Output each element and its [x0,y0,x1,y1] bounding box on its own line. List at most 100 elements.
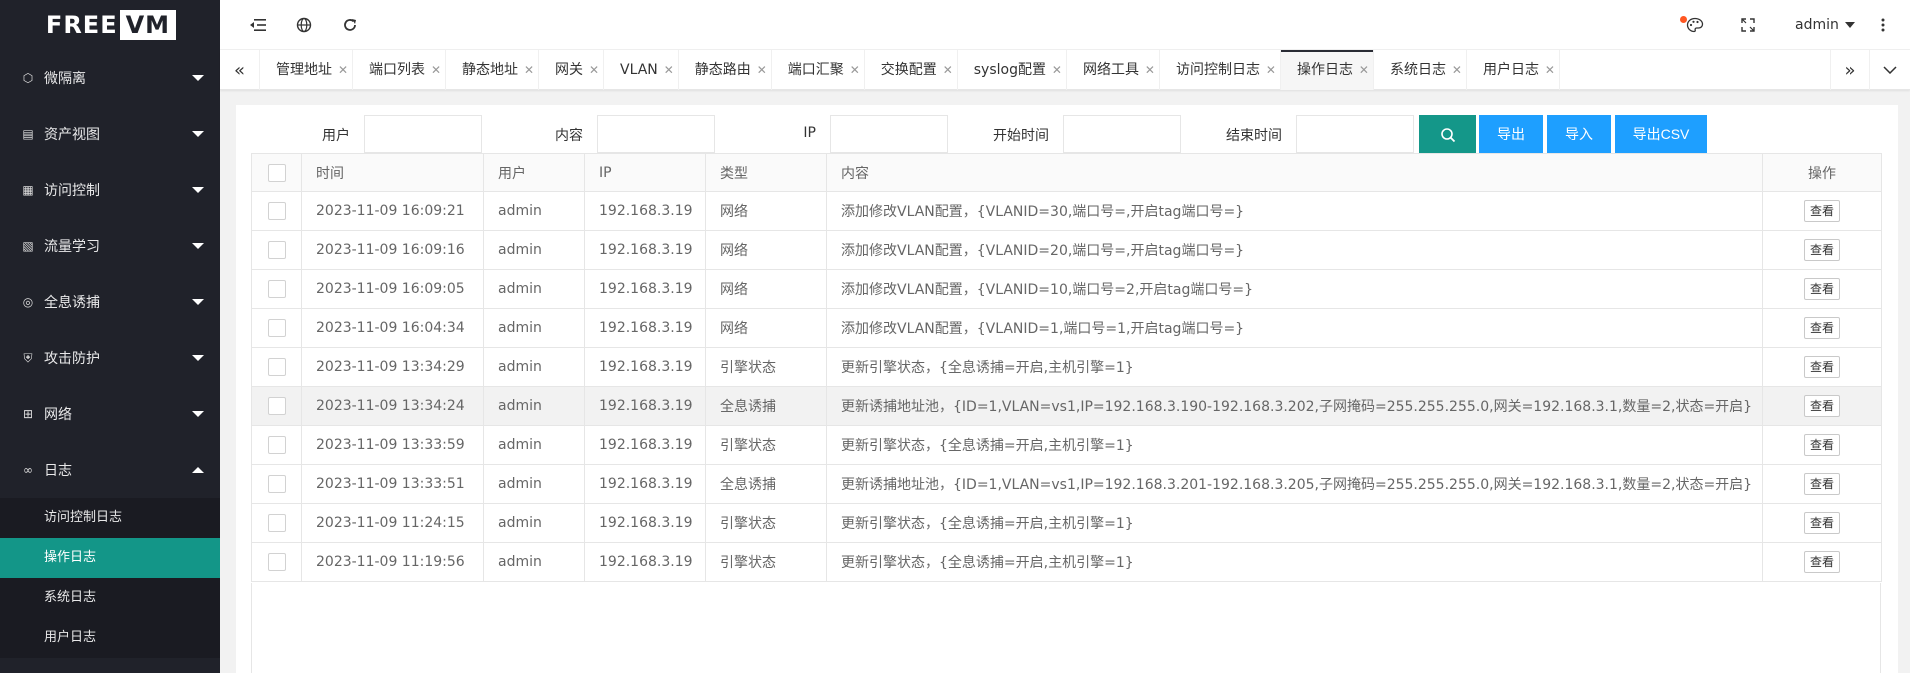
row-checkbox[interactable] [267,514,286,532]
sidebar-item-logs[interactable]: ∞ 日志 [0,442,220,498]
view-button[interactable]: 查看 [1803,434,1840,456]
row-checkbox[interactable] [267,241,286,259]
tab-switch-config[interactable]: 交换配置 ✕ [865,50,958,90]
logo[interactable]: FREE VM [0,0,220,50]
view-button[interactable]: 查看 [1803,395,1840,417]
column-header-user[interactable]: 用户 [483,153,585,192]
close-icon[interactable]: ✕ [664,50,674,90]
search-button[interactable] [1419,115,1476,153]
close-icon[interactable]: ✕ [338,50,348,90]
row-checkbox[interactable] [267,436,286,454]
export-button[interactable]: 导出 [1479,115,1543,153]
cell-ip: 192.168.3.19 [584,347,706,387]
view-button[interactable]: 查看 [1803,317,1840,339]
globe-icon[interactable] [281,0,327,50]
logo-text-vm: VM [119,10,177,40]
tab-syslog-config[interactable]: syslog配置 ✕ [958,50,1067,90]
tab-static-route[interactable]: 静态路由 ✕ [679,50,772,90]
row-checkbox[interactable] [267,553,286,571]
close-icon[interactable]: ✕ [431,50,441,90]
select-all-checkbox[interactable] [267,163,286,182]
close-icon[interactable]: ✕ [1452,50,1462,90]
start-time-input[interactable] [1063,115,1181,153]
content-filter-input[interactable] [597,115,715,153]
more-vertical-icon[interactable] [1860,0,1906,50]
tab-user-log[interactable]: 用户日志 ✕ [1467,50,1560,90]
row-checkbox[interactable] [267,397,286,415]
user-filter-input[interactable] [364,115,482,153]
column-header-time[interactable]: 时间 [301,153,484,192]
sidebar-item-access-control[interactable]: ▦ 访问控制 [0,162,220,218]
tabs-scroll-left-icon[interactable]: « [220,50,260,90]
theme-palette-icon[interactable] [1672,0,1718,50]
collapse-menu-icon[interactable] [235,0,281,50]
sidebar-item-traffic-learning[interactable]: ▧ 流量学习 [0,218,220,274]
sidebar-item-holographic-trap[interactable]: ◎ 全息诱捕 [0,274,220,330]
view-button[interactable]: 查看 [1803,473,1840,495]
cell-ip: 192.168.3.19 [584,386,706,426]
submenu-item-user-log[interactable]: 用户日志 [0,618,220,658]
tab-vlan[interactable]: VLAN ✕ [604,50,679,90]
column-header-type[interactable]: 类型 [705,153,827,192]
tab-management-address[interactable]: 管理地址 ✕ [260,50,353,90]
tab-static-address[interactable]: 静态地址 ✕ [446,50,539,90]
ip-filter-input[interactable] [830,115,948,153]
close-icon[interactable]: ✕ [524,50,534,90]
search-form: 用户 内容 IP 开始时间 结束时间 导出 导入 导出CSV [236,105,1898,155]
tab-network-tools[interactable]: 网络工具 ✕ [1067,50,1160,90]
close-icon[interactable]: ✕ [943,50,953,90]
close-icon[interactable]: ✕ [589,50,599,90]
tab-gateway[interactable]: 网关 ✕ [539,50,604,90]
close-icon[interactable]: ✕ [1266,50,1276,90]
row-checkbox[interactable] [267,280,286,298]
close-icon[interactable]: ✕ [850,50,860,90]
refresh-icon[interactable] [327,0,373,50]
user-menu[interactable]: admin [1795,0,1855,50]
view-button[interactable]: 查看 [1803,551,1840,573]
submenu-item-access-log[interactable]: 访问控制日志 [0,498,220,538]
cell-type: 网络 [705,308,827,348]
tab-port-aggregation[interactable]: 端口汇聚 ✕ [772,50,865,90]
tab-access-control-log[interactable]: 访问控制日志 ✕ [1160,50,1281,90]
cell-content: 更新引擎状态，{全息诱捕=开启,主机引擎=1} [826,347,1763,387]
row-checkbox[interactable] [267,475,286,493]
sidebar-item-attack-protection[interactable]: ⛨ 攻击防护 [0,330,220,386]
close-icon[interactable]: ✕ [1545,50,1555,90]
close-icon[interactable]: ✕ [1145,50,1155,90]
tabs-scroll-right-icon[interactable]: » [1830,50,1870,90]
tab-label: 端口列表 [369,62,425,78]
row-checkbox[interactable] [267,202,286,220]
tab-operation-log[interactable]: 操作日志 ✕ [1280,50,1374,90]
flow-icon: ▧ [22,239,34,253]
tab-port-list[interactable]: 端口列表 ✕ [353,50,446,90]
view-button[interactable]: 查看 [1803,200,1840,222]
row-select-cell [251,308,302,348]
view-button[interactable]: 查看 [1803,239,1840,261]
tab-system-log[interactable]: 系统日志 ✕ [1374,50,1467,90]
tabs-dropdown-icon[interactable] [1870,50,1910,90]
row-checkbox[interactable] [267,319,286,337]
logo-text-free: FREE [45,11,118,39]
close-icon[interactable]: ✕ [757,50,767,90]
sidebar-item-micro-segmentation[interactable]: ⬡ 微隔离 [0,50,220,106]
chevron-up-icon [192,467,204,473]
row-checkbox[interactable] [267,358,286,376]
cell-user: admin [483,425,585,465]
submenu-item-operation-log[interactable]: 操作日志 [0,538,220,578]
sidebar-item-network[interactable]: ⊞ 网络 [0,386,220,442]
sidebar-item-asset-view[interactable]: ▤ 资产视图 [0,106,220,162]
fullscreen-icon[interactable] [1725,0,1771,50]
view-button[interactable]: 查看 [1803,512,1840,534]
view-button[interactable]: 查看 [1803,278,1840,300]
cell-time: 2023-11-09 13:33:59 [301,425,484,465]
submenu-item-system-log[interactable]: 系统日志 [0,578,220,618]
username: admin [1795,17,1839,33]
export-csv-button[interactable]: 导出CSV [1615,115,1707,153]
import-button[interactable]: 导入 [1547,115,1611,153]
view-button[interactable]: 查看 [1803,356,1840,378]
column-header-content[interactable]: 内容 [826,153,1763,192]
end-time-input[interactable] [1296,115,1414,153]
column-header-ip[interactable]: IP [584,153,706,192]
close-icon[interactable]: ✕ [1052,50,1062,90]
close-icon[interactable]: ✕ [1359,50,1369,90]
